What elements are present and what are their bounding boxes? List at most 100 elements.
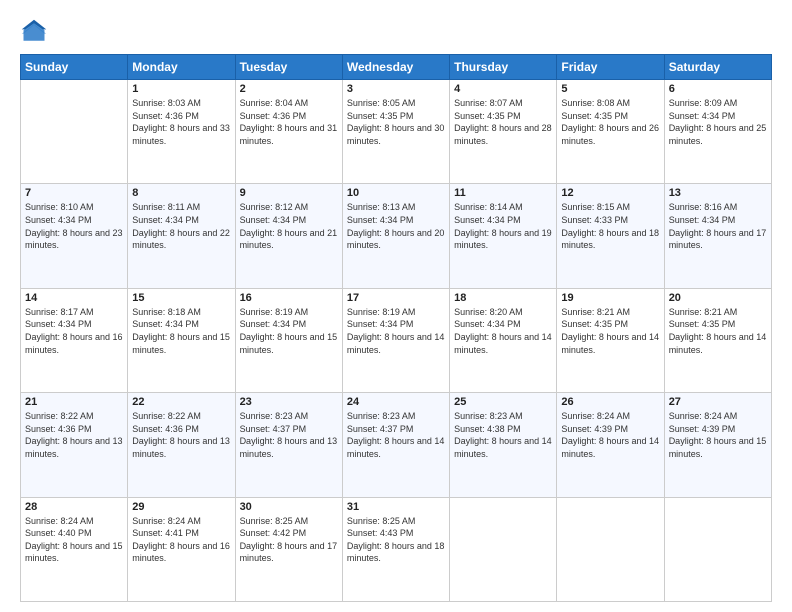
calendar-cell: 13 Sunrise: 8:16 AMSunset: 4:34 PMDaylig… — [664, 184, 771, 288]
day-number: 25 — [454, 396, 552, 408]
day-info: Sunrise: 8:17 AMSunset: 4:34 PMDaylight:… — [25, 306, 123, 356]
calendar-cell: 29 Sunrise: 8:24 AMSunset: 4:41 PMDaylig… — [128, 497, 235, 601]
logo-icon — [20, 18, 48, 46]
calendar-cell: 6 Sunrise: 8:09 AMSunset: 4:34 PMDayligh… — [664, 80, 771, 184]
day-info: Sunrise: 8:13 AMSunset: 4:34 PMDaylight:… — [347, 201, 445, 251]
calendar-week-4: 28 Sunrise: 8:24 AMSunset: 4:40 PMDaylig… — [21, 497, 772, 601]
day-number: 29 — [132, 501, 230, 513]
calendar-cell: 25 Sunrise: 8:23 AMSunset: 4:38 PMDaylig… — [450, 393, 557, 497]
day-number: 20 — [669, 292, 767, 304]
calendar-header-friday: Friday — [557, 55, 664, 80]
calendar-cell: 1 Sunrise: 8:03 AMSunset: 4:36 PMDayligh… — [128, 80, 235, 184]
calendar-cell: 3 Sunrise: 8:05 AMSunset: 4:35 PMDayligh… — [342, 80, 449, 184]
day-info: Sunrise: 8:23 AMSunset: 4:38 PMDaylight:… — [454, 410, 552, 460]
day-number: 8 — [132, 187, 230, 199]
calendar-cell — [21, 80, 128, 184]
calendar-cell: 5 Sunrise: 8:08 AMSunset: 4:35 PMDayligh… — [557, 80, 664, 184]
day-number: 28 — [25, 501, 123, 513]
calendar-cell: 20 Sunrise: 8:21 AMSunset: 4:35 PMDaylig… — [664, 288, 771, 392]
calendar-week-3: 21 Sunrise: 8:22 AMSunset: 4:36 PMDaylig… — [21, 393, 772, 497]
day-number: 19 — [561, 292, 659, 304]
calendar-cell: 16 Sunrise: 8:19 AMSunset: 4:34 PMDaylig… — [235, 288, 342, 392]
calendar-week-1: 7 Sunrise: 8:10 AMSunset: 4:34 PMDayligh… — [21, 184, 772, 288]
calendar-cell: 21 Sunrise: 8:22 AMSunset: 4:36 PMDaylig… — [21, 393, 128, 497]
day-number: 10 — [347, 187, 445, 199]
day-info: Sunrise: 8:24 AMSunset: 4:40 PMDaylight:… — [25, 515, 123, 565]
calendar-cell: 4 Sunrise: 8:07 AMSunset: 4:35 PMDayligh… — [450, 80, 557, 184]
page: SundayMondayTuesdayWednesdayThursdayFrid… — [0, 0, 792, 612]
calendar-header-monday: Monday — [128, 55, 235, 80]
day-info: Sunrise: 8:07 AMSunset: 4:35 PMDaylight:… — [454, 97, 552, 147]
calendar-cell: 28 Sunrise: 8:24 AMSunset: 4:40 PMDaylig… — [21, 497, 128, 601]
calendar-cell: 9 Sunrise: 8:12 AMSunset: 4:34 PMDayligh… — [235, 184, 342, 288]
day-info: Sunrise: 8:21 AMSunset: 4:35 PMDaylight:… — [561, 306, 659, 356]
day-info: Sunrise: 8:15 AMSunset: 4:33 PMDaylight:… — [561, 201, 659, 251]
day-info: Sunrise: 8:24 AMSunset: 4:39 PMDaylight:… — [561, 410, 659, 460]
calendar-cell: 30 Sunrise: 8:25 AMSunset: 4:42 PMDaylig… — [235, 497, 342, 601]
calendar-cell: 23 Sunrise: 8:23 AMSunset: 4:37 PMDaylig… — [235, 393, 342, 497]
day-info: Sunrise: 8:22 AMSunset: 4:36 PMDaylight:… — [25, 410, 123, 460]
day-number: 13 — [669, 187, 767, 199]
calendar-cell — [450, 497, 557, 601]
day-info: Sunrise: 8:18 AMSunset: 4:34 PMDaylight:… — [132, 306, 230, 356]
calendar-header-sunday: Sunday — [21, 55, 128, 80]
calendar-header-wednesday: Wednesday — [342, 55, 449, 80]
calendar-header-saturday: Saturday — [664, 55, 771, 80]
calendar-cell: 31 Sunrise: 8:25 AMSunset: 4:43 PMDaylig… — [342, 497, 449, 601]
day-number: 27 — [669, 396, 767, 408]
day-number: 17 — [347, 292, 445, 304]
day-info: Sunrise: 8:19 AMSunset: 4:34 PMDaylight:… — [240, 306, 338, 356]
day-info: Sunrise: 8:25 AMSunset: 4:43 PMDaylight:… — [347, 515, 445, 565]
calendar-cell: 19 Sunrise: 8:21 AMSunset: 4:35 PMDaylig… — [557, 288, 664, 392]
calendar-header-row: SundayMondayTuesdayWednesdayThursdayFrid… — [21, 55, 772, 80]
calendar-cell: 18 Sunrise: 8:20 AMSunset: 4:34 PMDaylig… — [450, 288, 557, 392]
calendar-cell: 2 Sunrise: 8:04 AMSunset: 4:36 PMDayligh… — [235, 80, 342, 184]
day-number: 14 — [25, 292, 123, 304]
calendar-cell: 12 Sunrise: 8:15 AMSunset: 4:33 PMDaylig… — [557, 184, 664, 288]
calendar-cell: 14 Sunrise: 8:17 AMSunset: 4:34 PMDaylig… — [21, 288, 128, 392]
calendar-cell — [557, 497, 664, 601]
calendar-table: SundayMondayTuesdayWednesdayThursdayFrid… — [20, 54, 772, 602]
day-info: Sunrise: 8:21 AMSunset: 4:35 PMDaylight:… — [669, 306, 767, 356]
calendar-cell: 17 Sunrise: 8:19 AMSunset: 4:34 PMDaylig… — [342, 288, 449, 392]
day-info: Sunrise: 8:14 AMSunset: 4:34 PMDaylight:… — [454, 201, 552, 251]
day-number: 16 — [240, 292, 338, 304]
day-number: 22 — [132, 396, 230, 408]
day-info: Sunrise: 8:11 AMSunset: 4:34 PMDaylight:… — [132, 201, 230, 251]
day-info: Sunrise: 8:09 AMSunset: 4:34 PMDaylight:… — [669, 97, 767, 147]
day-info: Sunrise: 8:04 AMSunset: 4:36 PMDaylight:… — [240, 97, 338, 147]
calendar-cell: 10 Sunrise: 8:13 AMSunset: 4:34 PMDaylig… — [342, 184, 449, 288]
day-info: Sunrise: 8:23 AMSunset: 4:37 PMDaylight:… — [240, 410, 338, 460]
day-info: Sunrise: 8:20 AMSunset: 4:34 PMDaylight:… — [454, 306, 552, 356]
day-number: 31 — [347, 501, 445, 513]
day-info: Sunrise: 8:10 AMSunset: 4:34 PMDaylight:… — [25, 201, 123, 251]
day-number: 3 — [347, 83, 445, 95]
day-number: 7 — [25, 187, 123, 199]
calendar-cell: 8 Sunrise: 8:11 AMSunset: 4:34 PMDayligh… — [128, 184, 235, 288]
day-info: Sunrise: 8:23 AMSunset: 4:37 PMDaylight:… — [347, 410, 445, 460]
day-number: 12 — [561, 187, 659, 199]
logo — [20, 18, 52, 46]
calendar-cell: 27 Sunrise: 8:24 AMSunset: 4:39 PMDaylig… — [664, 393, 771, 497]
day-number: 4 — [454, 83, 552, 95]
calendar-week-0: 1 Sunrise: 8:03 AMSunset: 4:36 PMDayligh… — [21, 80, 772, 184]
day-info: Sunrise: 8:12 AMSunset: 4:34 PMDaylight:… — [240, 201, 338, 251]
calendar-header-tuesday: Tuesday — [235, 55, 342, 80]
day-info: Sunrise: 8:25 AMSunset: 4:42 PMDaylight:… — [240, 515, 338, 565]
day-info: Sunrise: 8:24 AMSunset: 4:39 PMDaylight:… — [669, 410, 767, 460]
calendar-cell: 11 Sunrise: 8:14 AMSunset: 4:34 PMDaylig… — [450, 184, 557, 288]
day-number: 2 — [240, 83, 338, 95]
day-number: 24 — [347, 396, 445, 408]
day-number: 30 — [240, 501, 338, 513]
day-info: Sunrise: 8:05 AMSunset: 4:35 PMDaylight:… — [347, 97, 445, 147]
day-info: Sunrise: 8:08 AMSunset: 4:35 PMDaylight:… — [561, 97, 659, 147]
header — [20, 18, 772, 46]
calendar-week-2: 14 Sunrise: 8:17 AMSunset: 4:34 PMDaylig… — [21, 288, 772, 392]
day-number: 18 — [454, 292, 552, 304]
calendar-header-thursday: Thursday — [450, 55, 557, 80]
day-number: 23 — [240, 396, 338, 408]
day-info: Sunrise: 8:19 AMSunset: 4:34 PMDaylight:… — [347, 306, 445, 356]
calendar-cell: 7 Sunrise: 8:10 AMSunset: 4:34 PMDayligh… — [21, 184, 128, 288]
day-info: Sunrise: 8:16 AMSunset: 4:34 PMDaylight:… — [669, 201, 767, 251]
calendar-cell: 15 Sunrise: 8:18 AMSunset: 4:34 PMDaylig… — [128, 288, 235, 392]
